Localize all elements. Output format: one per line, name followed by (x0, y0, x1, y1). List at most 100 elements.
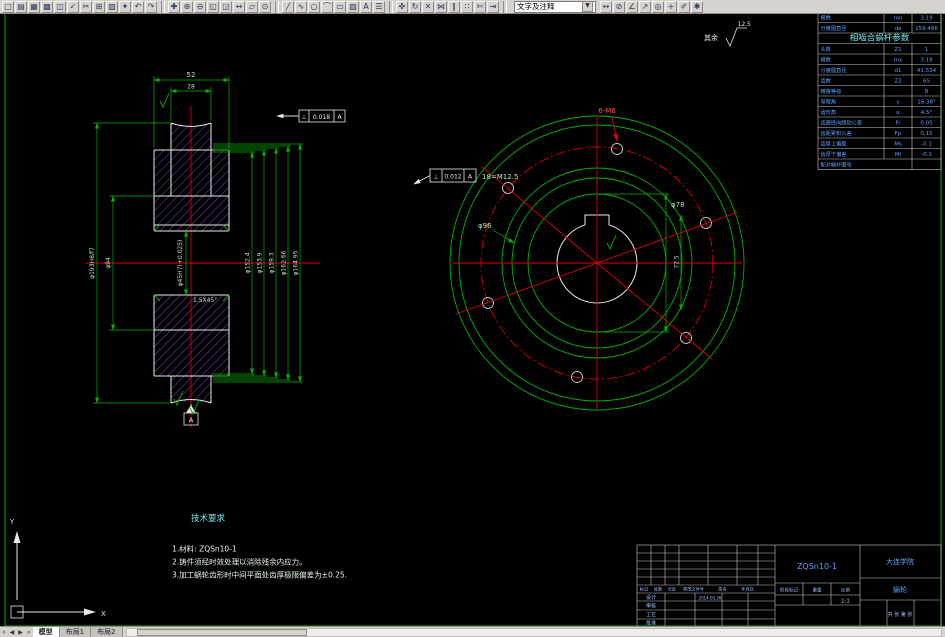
organization-name: 大连学院 (886, 557, 914, 566)
date: 2014.05.26 (699, 596, 722, 601)
param-row-value: -0.1 (921, 152, 932, 158)
role-label: 审核 (646, 603, 656, 610)
dim-width-rim: 28 (187, 84, 195, 91)
sheet-note: 共 张 第 张 (888, 611, 913, 618)
circle-icon[interactable]: ○ (308, 0, 320, 13)
dim-style-icon[interactable]: ✱ (691, 0, 703, 13)
redo-icon[interactable]: ↷ (145, 0, 157, 13)
trim-icon[interactable]: ✄ (474, 0, 486, 13)
chevron-down-icon[interactable]: ▼ (582, 1, 593, 12)
plot-preview-icon[interactable]: ◫ (54, 0, 66, 13)
distance-icon[interactable]: ↔ (233, 0, 245, 13)
line-icon[interactable]: ╱ (282, 0, 294, 13)
copy-icon[interactable]: ⊞ (93, 0, 105, 13)
id-point-icon[interactable]: ⊙ (259, 0, 271, 13)
param-row-symbol: α (896, 110, 900, 116)
array-icon[interactable]: ∷ (461, 0, 473, 13)
param-row-value: 3.19 (920, 16, 933, 22)
tech-req-title: 技术要求 (191, 513, 226, 524)
zoom-out-icon[interactable]: ⊖ (194, 0, 206, 13)
horizontal-scrollbar[interactable] (125, 627, 942, 637)
param-table-header: 相啮合蜗杆参数 (850, 33, 910, 44)
dim-recess: φ96 (478, 222, 492, 230)
param-row-symbol: Z1 (894, 47, 901, 53)
tab-nav-group: «◀ ▶» (0, 629, 33, 636)
param-row-label: 齿圈径向跳动公差 (821, 119, 863, 127)
arc-icon[interactable]: ⌒ (321, 0, 333, 13)
polyline-icon[interactable]: ∿ (295, 0, 307, 13)
hatch-hub-top (154, 150, 229, 231)
zoom-realtime-icon[interactable]: ⊕ (181, 0, 193, 13)
part-code: ZQSn10-1 (797, 562, 837, 571)
toolbar-separator (275, 0, 279, 13)
tab-layout1[interactable]: 布局1 (59, 627, 92, 637)
erase-icon[interactable]: ✕ (422, 0, 434, 13)
tab-nav-next[interactable]: ▶ (16, 629, 25, 636)
dim-linear-icon[interactable]: ↔ (600, 0, 612, 13)
rectangle-icon[interactable]: ▭ (334, 0, 346, 13)
plot-icon[interactable]: ▩ (41, 0, 53, 13)
paste-icon[interactable]: ▧ (106, 0, 118, 13)
hatch-icon[interactable]: ▨ (347, 0, 359, 13)
spell-icon[interactable]: ✓ (67, 0, 79, 13)
param-row-label: 齿厚下偏差 (821, 150, 847, 158)
param-row-value: 8 (925, 89, 929, 95)
cut-icon[interactable]: ✂ (80, 0, 92, 13)
rotate-icon[interactable]: ↻ (409, 0, 421, 13)
dim-edit-icon[interactable]: ✐ (678, 0, 690, 13)
param-row-value: 159.466 (915, 26, 938, 32)
tab-nav-prev[interactable]: ◀ (8, 629, 17, 636)
move-icon[interactable]: ✜ (396, 0, 408, 13)
param-row-label: 齿厚上偏差 (821, 140, 847, 148)
dim-angular-icon[interactable]: ∠ (626, 0, 638, 13)
scale-value: 1:1 (841, 599, 850, 605)
extend-icon[interactable]: ⇥ (487, 0, 499, 13)
revision-header: 更改文件号 (683, 586, 704, 593)
param-row-label: 导程角 (821, 98, 837, 106)
param-row-value: 3.19 (920, 58, 933, 64)
dim-radius-icon[interactable]: ⊘ (613, 0, 625, 13)
holes-callout: 6-M6 (598, 107, 616, 115)
center-mark-icon[interactable]: + (665, 0, 677, 13)
fcf-right-symbol: ⊥ (433, 174, 438, 181)
save-icon[interactable]: ▦ (28, 0, 40, 13)
tab-layout2[interactable]: 布局2 (91, 627, 123, 637)
text-style-combo-value: 文字及注释 (517, 2, 555, 11)
table-icon[interactable]: ☰ (373, 0, 385, 13)
new-icon[interactable]: □ (2, 0, 14, 13)
tab-nav-last[interactable]: » (25, 629, 33, 636)
toolbar-separator (389, 0, 393, 13)
dim-hub-dia: φ94 (105, 257, 112, 269)
mirror-icon[interactable]: ⋈ (435, 0, 447, 13)
scrollbar-thumb[interactable] (136, 628, 307, 636)
undo-icon[interactable]: ↶ (132, 0, 144, 13)
canvas-background (0, 0, 945, 637)
area-icon[interactable]: ▱ (246, 0, 258, 13)
param-row-label: 配对蜗杆图号 (821, 161, 852, 169)
tab-model[interactable]: 模型 (32, 627, 60, 637)
match-properties-icon[interactable]: ✦ (119, 0, 131, 13)
tolerance-icon[interactable]: ◎ (652, 0, 664, 13)
layout-tab-bar: «◀ ▶» 模型 布局1 布局2 (0, 626, 945, 637)
text-icon[interactable]: A (360, 0, 372, 13)
open-icon[interactable]: ▤ (15, 0, 27, 13)
role-label: 工艺 (646, 613, 656, 619)
tab-nav-first[interactable]: « (0, 629, 8, 636)
revision-header: 年月日 (741, 586, 754, 593)
zoom-previous-icon[interactable]: ◲ (220, 0, 232, 13)
fcf-left-tolerance: 0.018 (313, 114, 330, 121)
revision-header: 处数 (654, 586, 663, 593)
leader-icon[interactable]: ↗ (639, 0, 651, 13)
offset-icon[interactable]: ∥ (448, 0, 460, 13)
param-row-value: 65 (923, 79, 930, 85)
revision-header: 签名 (718, 586, 726, 593)
stack-dim-text: φ153.9 (257, 252, 264, 273)
param-row-label: 头数 (821, 45, 832, 53)
param-row-symbol: mx (894, 58, 903, 64)
pan-icon[interactable]: ✚ (168, 0, 180, 13)
text-style-combo[interactable]: 文字及注释 ▼ (514, 0, 596, 13)
param-row-value: 4.5° (921, 110, 933, 116)
zoom-window-icon[interactable]: ◱ (207, 0, 219, 13)
drawing-canvas[interactable]: 52 28 φ193H8/f7 φ94 φ45H7(+0.025) 1.5X45… (0, 0, 945, 637)
param-row-symbol: d1 (895, 68, 902, 74)
